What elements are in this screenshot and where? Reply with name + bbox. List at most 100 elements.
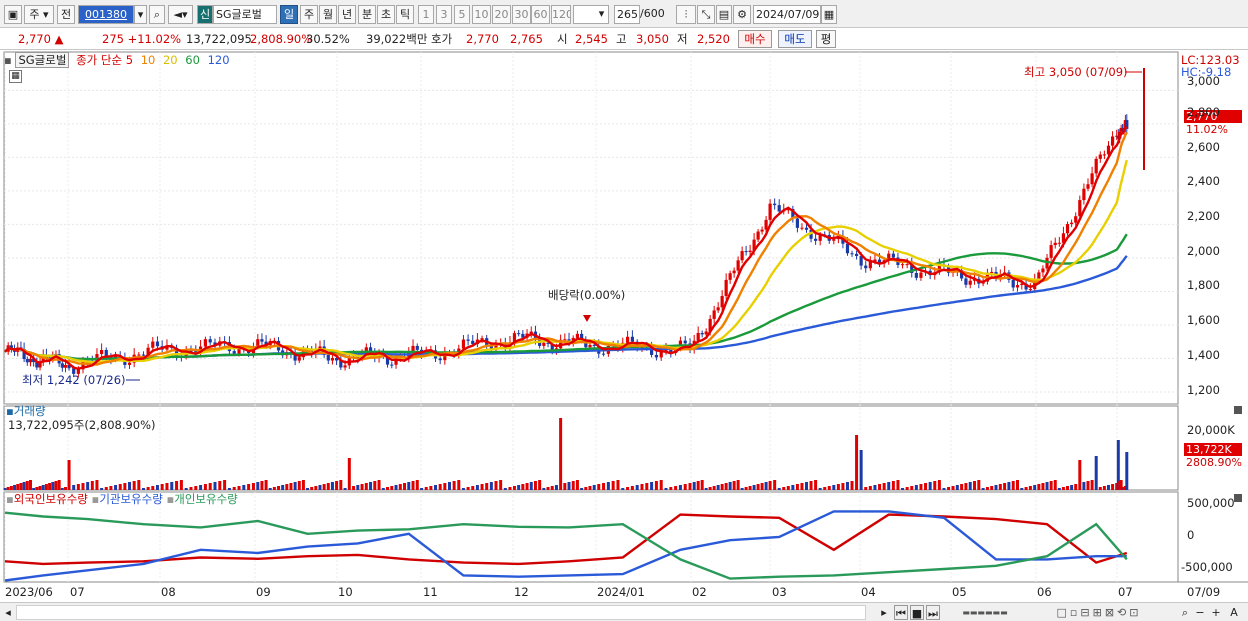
volume-bar xyxy=(517,485,521,490)
candle-body xyxy=(466,339,470,341)
ask-price: 2,770 xyxy=(466,32,499,46)
interval-10[interactable]: 10 xyxy=(472,5,491,24)
zoom-slider[interactable]: ▬▬▬▬▬▬ xyxy=(950,605,1020,620)
search-icon[interactable]: ⌕ xyxy=(149,5,165,24)
volume-bar xyxy=(521,484,525,490)
fast-forward-icon[interactable]: ⏭ xyxy=(926,605,940,620)
rewind-icon[interactable]: ⏮ xyxy=(894,605,908,620)
volume-bar xyxy=(901,488,905,490)
candle-body xyxy=(330,358,335,361)
evaluation-button[interactable]: 평 xyxy=(816,30,836,48)
custom-interval-dropdown-icon[interactable]: ▾ xyxy=(595,5,608,24)
volume-bar xyxy=(850,481,854,490)
speaker-icon[interactable]: ◄▾ xyxy=(168,5,193,24)
interval-20[interactable]: 20 xyxy=(492,5,511,24)
date-input[interactable]: 2024/07/09 xyxy=(753,5,821,24)
x-label-07: 07 xyxy=(70,585,85,599)
zoom-icon[interactable]: ⌕ xyxy=(1178,605,1192,620)
stop-icon[interactable]: ■ xyxy=(910,605,924,620)
new-badge[interactable]: 신 xyxy=(197,5,213,24)
interval-5[interactable]: 5 xyxy=(454,5,470,24)
volume-bar xyxy=(237,486,241,490)
market-select[interactable]: 주 ▾ xyxy=(24,5,54,24)
x-label-04: 04 xyxy=(861,585,876,599)
buy-button[interactable]: 매수 xyxy=(738,30,772,48)
interval-60[interactable]: 60 xyxy=(531,5,550,24)
volume-bar xyxy=(251,483,255,490)
count-input[interactable]: 265 xyxy=(614,5,640,24)
scroll-track[interactable] xyxy=(16,605,866,620)
period-day-tab[interactable]: 일 xyxy=(280,5,298,24)
period-month-tab[interactable]: 월 xyxy=(319,5,337,24)
volume-bar xyxy=(669,487,673,490)
interval-3[interactable]: 3 xyxy=(436,5,452,24)
period-year-tab[interactable]: 년 xyxy=(338,5,356,24)
stock-code-input[interactable]: 001380 xyxy=(78,5,134,24)
interval-1[interactable]: 1 xyxy=(418,5,434,24)
volume-bar xyxy=(777,488,781,490)
volume-bar xyxy=(3,488,7,490)
candle-body xyxy=(728,273,732,280)
chart-canvas[interactable] xyxy=(0,50,1248,602)
candle-body xyxy=(720,296,724,308)
y-tick-1800: 1,800 xyxy=(1187,278,1220,292)
y-tick-1200: 1,200 xyxy=(1187,383,1220,397)
code-dropdown-icon[interactable]: ▾ xyxy=(134,5,147,24)
stock-name-field[interactable]: SG글로벌 xyxy=(213,5,277,24)
volume-bar xyxy=(184,488,188,490)
prev-button[interactable]: 전 xyxy=(57,5,75,24)
calendar-icon[interactable]: ▦ xyxy=(821,5,837,24)
candle-body xyxy=(795,218,800,228)
volume-bar xyxy=(823,487,827,490)
chart-tool-icons[interactable]: □▫⊟⊞⊠⟲⊡ xyxy=(1025,605,1173,620)
gear-icon[interactable]: ⚙ xyxy=(733,5,751,24)
zoom-out-icon[interactable]: − xyxy=(1194,605,1206,620)
table-toggle-icon[interactable]: ▦ xyxy=(9,70,22,83)
candle-type-icon[interactable]: ⫶ xyxy=(676,5,696,24)
volume-bar xyxy=(571,481,575,490)
candle-body xyxy=(438,358,442,361)
scroll-right-icon[interactable]: ▸ xyxy=(878,605,890,620)
candle-body xyxy=(141,354,146,356)
zoom-in-icon[interactable]: + xyxy=(1210,605,1222,620)
interval-120[interactable]: 120 xyxy=(551,5,571,24)
interval-30[interactable]: 30 xyxy=(512,5,531,24)
candle-body xyxy=(575,333,580,338)
min-price-annotation: 최저 1,242 (07/26) xyxy=(22,373,126,387)
draw-tool-icon[interactable]: ⤡ xyxy=(697,5,715,24)
volume-bar xyxy=(611,481,615,490)
scroll-left-icon[interactable]: ◂ xyxy=(2,605,14,620)
holdings-close-icon[interactable] xyxy=(1234,494,1242,502)
volume-value-label: 13,722,095주(2,808.90%) xyxy=(8,418,156,432)
period-tick-tab[interactable]: 틱 xyxy=(396,5,414,24)
volume-bar xyxy=(13,485,17,490)
period-minute-tab[interactable]: 분 xyxy=(358,5,376,24)
ma-type-label: 종가 단순 xyxy=(76,53,123,67)
volume-bar xyxy=(285,484,289,490)
volume-bar xyxy=(434,485,438,490)
volume-bar xyxy=(832,485,836,490)
candle-body xyxy=(654,354,659,358)
volume-bar xyxy=(782,487,786,490)
sell-button[interactable]: 매도 xyxy=(778,30,812,48)
period-week-tab[interactable]: 주 xyxy=(300,5,318,24)
ma-settings-icon[interactable]: ▪ xyxy=(4,53,12,67)
volume-bar xyxy=(22,482,26,490)
candle-body xyxy=(260,339,264,342)
volume-close-icon[interactable] xyxy=(1234,406,1242,414)
candle-body xyxy=(1070,222,1074,225)
save-icon[interactable]: ▤ xyxy=(716,5,732,24)
text-size-icon[interactable]: A xyxy=(1227,605,1241,620)
candle-body xyxy=(461,339,466,349)
layout-icon[interactable]: ▣ xyxy=(4,5,22,24)
bottom-scrollbar[interactable]: ◂ ▸ ⏮ ■ ⏭ ▬▬▬▬▬▬ □▫⊟⊞⊠⟲⊡ ⌕ − + A xyxy=(0,602,1248,621)
volume-bar xyxy=(1098,487,1102,490)
volume-bar xyxy=(960,484,964,490)
volume-bar xyxy=(696,481,700,490)
volume-bar xyxy=(1053,480,1057,490)
volume-bar xyxy=(41,485,45,490)
volume-bar xyxy=(584,487,588,490)
chart-area[interactable]: ▪ SG글로벌 종가 단순 5 10 20 60 120 ▦ LC:123.03… xyxy=(0,50,1248,602)
period-second-tab[interactable]: 초 xyxy=(377,5,395,24)
volume-bar xyxy=(873,485,877,490)
